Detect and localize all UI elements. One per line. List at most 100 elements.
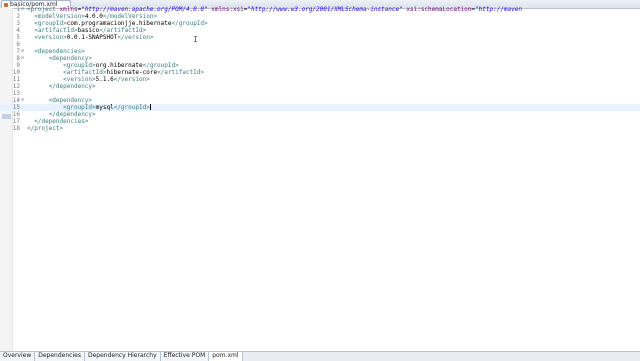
line-number: 2 bbox=[16, 13, 20, 20]
code-token: </dependency> bbox=[48, 111, 96, 118]
code-token: hibernate-core bbox=[106, 69, 158, 76]
line-number: 14 bbox=[12, 97, 20, 104]
code-line[interactable]: 14 ⊖ <dependency> bbox=[0, 97, 640, 104]
code-token: <version> bbox=[63, 76, 96, 83]
line-number: 8 bbox=[16, 55, 20, 62]
line-number: 16 bbox=[12, 111, 20, 118]
code-token: </dependencies> bbox=[34, 118, 89, 125]
line-number: 12 bbox=[12, 83, 20, 90]
code-line[interactable]: 8 ⊖ <dependency> bbox=[0, 55, 640, 62]
code-token: </groupId> bbox=[142, 62, 179, 69]
code-line[interactable]: 2 <modelVersion>4.0.0</modelVersion> bbox=[0, 13, 640, 20]
code-line[interactable]: 11 <version>5.1.6</version> bbox=[0, 76, 640, 83]
line-number: 1 bbox=[16, 6, 20, 13]
code-text: <dependency> bbox=[27, 55, 92, 62]
code-token: basico bbox=[77, 27, 100, 34]
code-text: <groupId>mysql</groupId> bbox=[27, 104, 151, 111]
text-cursor-icon: I bbox=[193, 35, 198, 44]
line-number: 11 bbox=[12, 76, 20, 83]
code-line[interactable]: 13 bbox=[0, 90, 640, 97]
code-token: </artifactId> bbox=[157, 69, 205, 76]
line-number: 7 bbox=[16, 48, 20, 55]
code-token: <groupId> bbox=[63, 104, 96, 111]
code-line[interactable]: 16 </dependency> bbox=[0, 111, 640, 118]
code-token: </groupId> bbox=[113, 104, 150, 111]
code-token: <artifactId> bbox=[34, 27, 78, 34]
code-text: </project> bbox=[27, 125, 63, 132]
code-token: <groupId> bbox=[63, 62, 96, 69]
code-text: <groupId>org.hibernate</groupId> bbox=[27, 62, 179, 69]
code-token: "http://www.w3.org/2001/XMLSchema-instan… bbox=[247, 6, 403, 13]
code-token: "http://maven bbox=[475, 6, 522, 13]
code-line[interactable]: 18 </project> bbox=[0, 125, 640, 132]
code-token: xsi:schemaLocation bbox=[406, 6, 472, 13]
code-text: </dependency> bbox=[27, 111, 96, 118]
fold-toggle-icon[interactable]: ⊖ bbox=[21, 48, 24, 55]
code-text: <version>5.1.6</version> bbox=[27, 76, 150, 83]
code-token: <modelVersion> bbox=[34, 13, 85, 20]
text-caret bbox=[149, 104, 151, 110]
code-token: 5.1.6 bbox=[95, 76, 114, 83]
code-text: <artifactId>basico</artifactId> bbox=[27, 27, 146, 34]
xml-source-editor[interactable]: 1 ⊖ <project xmlns="http://maven.apache.or… bbox=[0, 6, 640, 132]
code-token: com.programacionjje.hibernate bbox=[66, 20, 172, 27]
code-line[interactable]: 12 </dependency> bbox=[0, 83, 640, 90]
line-number: 18 bbox=[12, 125, 20, 132]
code-line[interactable]: 6 bbox=[0, 41, 640, 48]
code-text: <artifactId>hibernate-core</artifactId> bbox=[27, 69, 204, 76]
code-text: <modelVersion>4.0.0</modelVersion> bbox=[27, 13, 157, 20]
code-text: <version>0.0.1-SNAPSHOT</version> bbox=[27, 34, 153, 41]
code-token: 4.0.0 bbox=[84, 13, 103, 20]
code-token: </artifactId> bbox=[99, 27, 147, 34]
code-token: xmlns bbox=[59, 6, 78, 13]
line-number: 10 bbox=[12, 69, 20, 76]
code-token: </modelVersion> bbox=[102, 13, 158, 20]
line-number: 15 bbox=[12, 104, 20, 111]
code-token: <artifactId> bbox=[63, 69, 107, 76]
code-line[interactable]: 15 <groupId>mysql</groupId> bbox=[0, 104, 640, 111]
code-token: <version> bbox=[34, 34, 67, 41]
code-token: </groupId> bbox=[171, 20, 208, 27]
code-line[interactable]: 1 ⊖ <project xmlns="http://maven.apache.or… bbox=[0, 6, 640, 13]
code-token: xmlns:xsi bbox=[211, 6, 244, 13]
code-text: </dependency> bbox=[27, 83, 96, 90]
code-token: </project> bbox=[27, 125, 64, 132]
line-number: 6 bbox=[16, 41, 20, 48]
code-line[interactable]: 3 <groupId>com.programacionjje.hibernate… bbox=[0, 20, 640, 27]
code-line[interactable]: 17 </dependencies> bbox=[0, 118, 640, 125]
code-line[interactable]: 4 <artifactId>basico</artifactId> bbox=[0, 27, 640, 34]
line-number: 9 bbox=[16, 62, 20, 69]
code-token: </version> bbox=[113, 76, 150, 83]
fold-toggle-icon[interactable]: ⊖ bbox=[21, 6, 24, 13]
code-text: <dependencies> bbox=[27, 48, 85, 55]
code-token: <dependency> bbox=[48, 55, 93, 62]
line-number: 5 bbox=[16, 34, 20, 41]
code-line[interactable]: 7 ⊖ <dependencies> bbox=[0, 48, 640, 55]
code-line[interactable]: 10 <artifactId>hibernate-core</artifactI… bbox=[0, 69, 640, 76]
code-line[interactable]: 9 <groupId>org.hibernate</groupId> bbox=[0, 62, 640, 69]
code-token: <groupId> bbox=[34, 20, 67, 27]
code-token: <project bbox=[27, 6, 60, 13]
code-token: <dependencies> bbox=[34, 48, 85, 55]
code-token: "http://maven.apache.org/POM/4.0.0" bbox=[81, 6, 208, 13]
code-token: </dependency> bbox=[48, 83, 96, 90]
code-line[interactable]: 5 <version>0.0.1-SNAPSHOT</version> bbox=[0, 34, 640, 41]
line-number: 17 bbox=[12, 118, 20, 125]
code-token: </version> bbox=[117, 34, 154, 41]
fold-toggle-icon[interactable]: ⊖ bbox=[21, 55, 24, 62]
line-number: 13 bbox=[12, 90, 20, 97]
code-text: <dependency> bbox=[27, 97, 92, 104]
fold-toggle-icon[interactable]: ⊖ bbox=[21, 97, 24, 104]
line-number: 3 bbox=[16, 20, 20, 27]
code-token: mysql bbox=[95, 104, 114, 111]
code-text: <project xmlns="http://maven.apache.org/… bbox=[27, 6, 522, 13]
code-text: <groupId>com.programacionjje.hibernate</… bbox=[27, 20, 208, 27]
